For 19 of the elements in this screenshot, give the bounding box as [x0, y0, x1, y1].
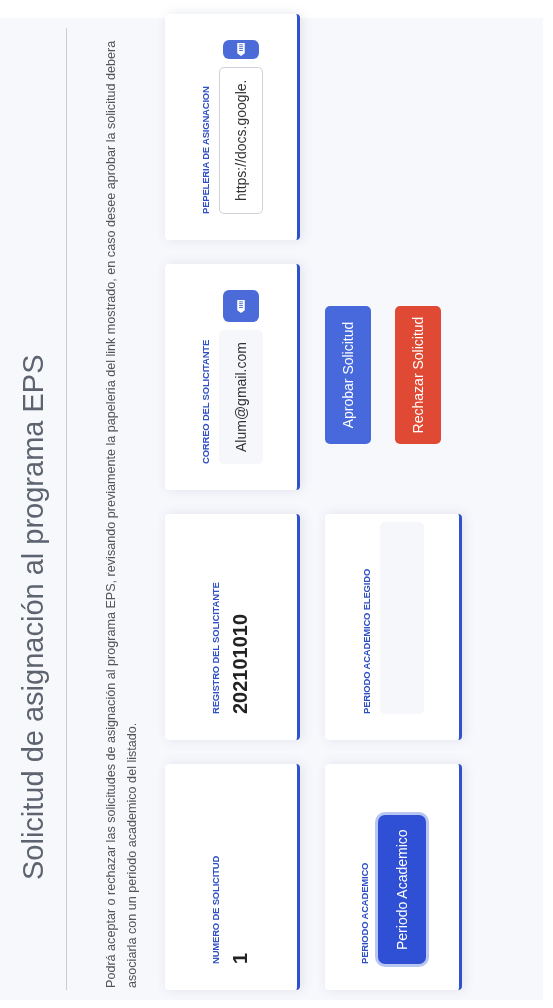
readonly-field[interactable]: Alum@gmail.com: [218, 330, 263, 464]
card-value: 202101010: [229, 612, 252, 714]
description: Podrá aceptar o rechazar las solicitudes de asignación al programa EPS, revisando previamente la papeleria del link mostrado, en caso desee aprobar la solicitud debera asociarla con un periodo academico del listado.: [103, 39, 140, 988]
card-value: 1: [229, 951, 252, 964]
period-button[interactable]: Periodo Academico: [377, 815, 426, 964]
card-label: CORREO DEL SOLICITANTE: [199, 338, 211, 464]
page-title: Solicitud de asignación al programa EPS: [16, 353, 50, 882]
card-label: NUMERO DE SOLICITUD: [210, 854, 221, 964]
card-label: PERIODO ACADEMICO ELEGIDO: [360, 567, 372, 714]
card-label: REGISTRO DEL SOLICITANTE: [210, 581, 221, 714]
card-label: PEPELERIA DE ASIGNACION: [199, 85, 211, 214]
tag-icon: [235, 298, 246, 314]
card-label: PERIODO ACADEMICO: [358, 861, 370, 964]
approve-button[interactable]: Aprobar Solicitud: [325, 306, 371, 444]
readonly-field[interactable]: https://docs.google.: [218, 66, 263, 214]
tag-button[interactable]: [222, 40, 259, 59]
tag-icon: [235, 41, 246, 57]
tag-button[interactable]: [222, 290, 259, 323]
reject-button[interactable]: Rechazar Solicitud: [395, 306, 441, 444]
